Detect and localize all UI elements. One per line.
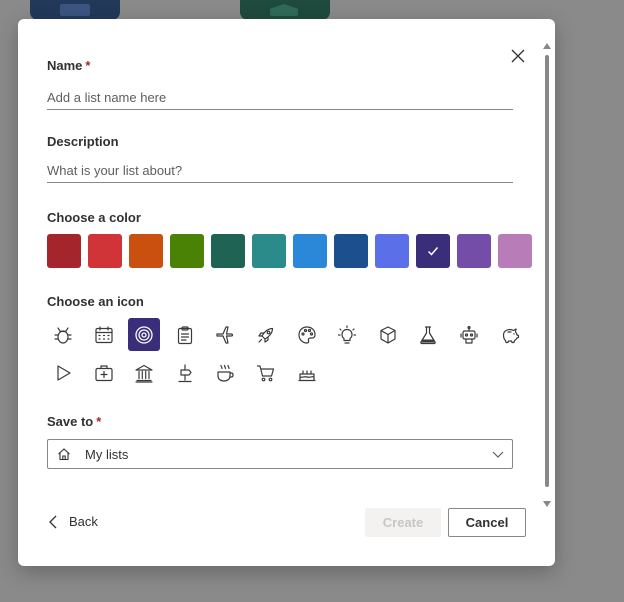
scroll-up-arrow-icon[interactable] — [543, 43, 551, 49]
checkmark-icon — [427, 247, 439, 256]
icon-option[interactable] — [47, 356, 79, 389]
clipboard-icon — [177, 325, 192, 344]
cake-icon — [297, 369, 316, 381]
name-label: Name * — [47, 58, 91, 73]
signpost-icon — [178, 363, 192, 382]
icon-option[interactable] — [412, 318, 444, 351]
close-icon[interactable] — [509, 47, 527, 65]
lightbulb-icon — [338, 324, 357, 344]
coffee-icon — [217, 364, 234, 382]
color-swatch[interactable] — [457, 234, 491, 268]
icon-option[interactable] — [128, 356, 160, 389]
icon-option[interactable] — [128, 318, 161, 351]
icon-option[interactable] — [169, 318, 201, 351]
icon-option[interactable] — [209, 318, 241, 351]
color-label: Choose a color — [47, 210, 141, 225]
icon-option[interactable] — [88, 356, 120, 389]
color-swatch[interactable] — [170, 234, 204, 268]
description-field-wrapper — [47, 161, 513, 183]
chevron-left-icon — [49, 515, 57, 528]
bank-icon — [135, 364, 153, 383]
back-button[interactable]: Back — [47, 514, 98, 529]
cube-icon — [380, 325, 396, 344]
color-swatch[interactable] — [47, 234, 81, 268]
name-input[interactable] — [47, 88, 513, 109]
cancel-button[interactable]: Cancel — [448, 508, 526, 537]
color-swatch[interactable] — [498, 234, 532, 268]
target-icon — [135, 325, 153, 344]
icon-option[interactable] — [169, 356, 201, 389]
scrollbar[interactable] — [543, 43, 551, 507]
description-label: Description — [47, 134, 119, 149]
icon-option[interactable] — [372, 318, 404, 351]
airplane-icon — [216, 325, 234, 344]
create-button[interactable]: Create — [365, 508, 441, 537]
home-icon — [58, 448, 70, 461]
description-input[interactable] — [47, 161, 513, 182]
icon-option[interactable] — [331, 318, 363, 351]
play-icon — [57, 364, 71, 381]
icon-option[interactable] — [47, 318, 79, 351]
calendar-icon — [94, 325, 113, 343]
color-swatch[interactable] — [375, 234, 409, 268]
rocket-icon — [258, 327, 274, 343]
icon-option[interactable] — [291, 356, 323, 389]
color-swatch[interactable] — [252, 234, 286, 268]
robot-icon — [460, 325, 478, 344]
color-swatch[interactable] — [293, 234, 327, 268]
scroll-down-arrow-icon[interactable] — [543, 501, 551, 507]
save-to-label: Save to * — [47, 414, 102, 429]
icon-label: Choose an icon — [47, 294, 144, 309]
background-list-tile — [30, 0, 120, 20]
icon-option[interactable] — [250, 356, 282, 389]
save-to-value: My lists — [85, 446, 129, 462]
scrollbar-thumb[interactable] — [545, 55, 549, 487]
name-field-wrapper — [47, 88, 513, 110]
color-swatch[interactable] — [334, 234, 368, 268]
color-swatch[interactable] — [211, 234, 245, 268]
create-list-dialog: Name* Description Choose a color Choose … — [18, 19, 555, 566]
color-picker — [47, 234, 532, 268]
color-swatch[interactable] — [88, 234, 122, 268]
color-swatch[interactable] — [416, 234, 450, 268]
background-list-tile — [240, 0, 330, 20]
bug-icon — [54, 326, 72, 344]
icon-option[interactable] — [250, 318, 282, 351]
flask-icon — [420, 325, 437, 344]
palette-icon — [297, 325, 316, 344]
back-label: Back — [69, 514, 98, 529]
icon-option[interactable] — [209, 356, 241, 389]
cart-icon — [256, 364, 275, 381]
icon-option[interactable] — [494, 318, 526, 351]
icon-option[interactable] — [291, 318, 323, 351]
first-aid-icon — [94, 364, 113, 381]
icon-picker — [47, 318, 527, 394]
icon-option[interactable] — [88, 318, 120, 351]
icon-option[interactable] — [453, 318, 485, 351]
save-to-dropdown[interactable]: My lists — [47, 439, 513, 469]
color-swatch[interactable] — [129, 234, 163, 268]
piggy-bank-icon — [502, 327, 519, 343]
chevron-down-icon — [492, 451, 504, 458]
